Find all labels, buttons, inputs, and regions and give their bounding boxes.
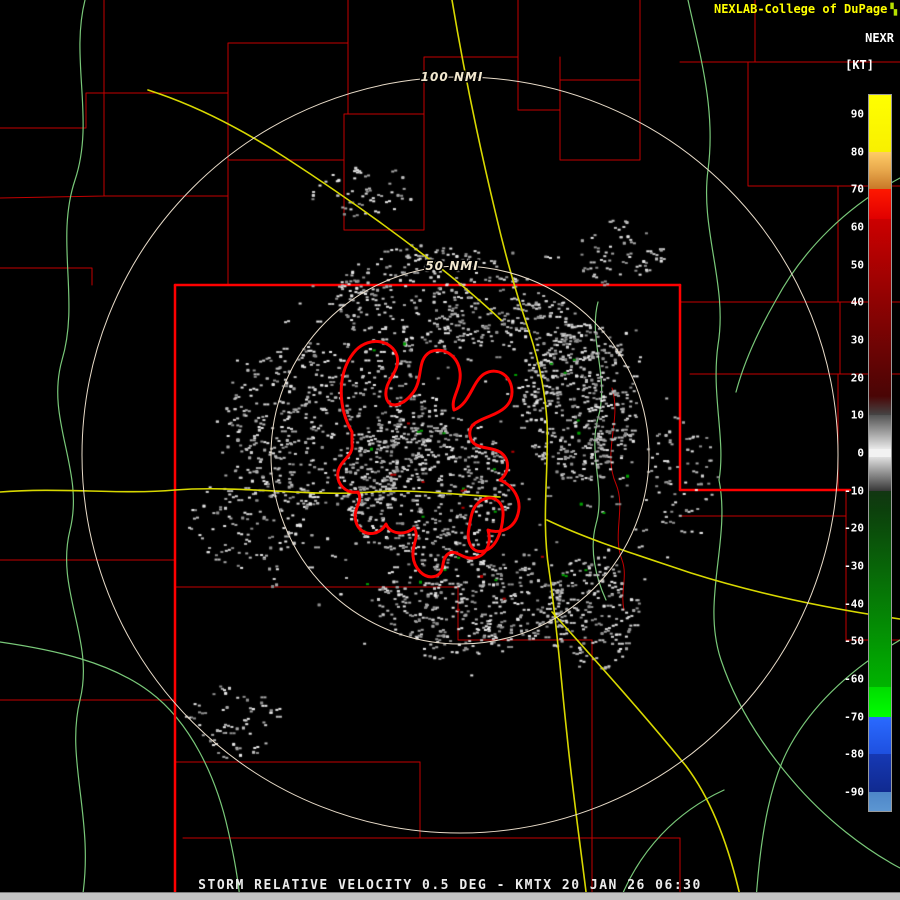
colorbar-tick: -50 [844, 634, 864, 648]
colorbar-tick: 20 [850, 371, 864, 385]
colorbar-segment [869, 219, 891, 397]
colorbar-segment [869, 509, 891, 687]
radar-screen: 100 NMI 50 NMI NEXLAB-College of DuPage ▚… [0, 0, 900, 900]
colorbar-tick: 40 [850, 295, 864, 309]
map-path [451, 0, 548, 422]
lake-outlines [336, 340, 521, 579]
colorbar-segment [869, 151, 891, 171]
range-ring [81, 76, 839, 834]
range-ring-label: 100 NMI [421, 70, 484, 84]
colorbar-units: [KT] [845, 58, 874, 72]
colorbar-tick: 30 [850, 333, 864, 347]
colorbar-segment [869, 449, 891, 457]
colorbar-segment [869, 415, 891, 450]
colorbar-tick: -60 [844, 672, 864, 686]
colorbar-segment [869, 686, 891, 717]
colorbar-segment [869, 490, 891, 510]
colorbar-segment [869, 189, 891, 220]
map-path [336, 340, 521, 579]
map-path [551, 611, 742, 900]
colorbar-tick: -80 [844, 747, 864, 761]
colorbar-segment [869, 396, 891, 416]
colorbar-tick: -70 [844, 710, 864, 724]
map-path [544, 420, 588, 900]
map-path [147, 89, 502, 321]
colorbar-segment [869, 754, 891, 793]
radar-overlay: 100 NMI 50 NMI [0, 0, 900, 900]
colorbar-segment [869, 716, 891, 755]
colorbar-tick: 60 [850, 220, 864, 234]
range-ring-label: 50 NMI [425, 259, 478, 273]
highway-lines [0, 0, 900, 900]
range-rings: 100 NMI 50 NMI [81, 69, 839, 834]
colorbar-segment [869, 792, 891, 811]
brand-icon: ▚ [890, 2, 897, 16]
colorbar-tick: -90 [844, 785, 864, 799]
colorbar-tick: 90 [850, 107, 864, 121]
colorbar-tick: 10 [850, 408, 864, 422]
map-path [0, 487, 501, 498]
colorbar-segment [869, 456, 891, 491]
colorbar-tick: -20 [844, 521, 864, 535]
status-bar: STORM RELATIVE VELOCITY 0.5 DEG - KMTX 2… [0, 878, 900, 893]
colorbar-title: NEXR [865, 31, 894, 45]
colorbar-tick: 0 [857, 446, 864, 460]
colorbar-tick: 50 [850, 258, 864, 272]
colorbar-tick: 80 [850, 145, 864, 159]
colorbar-segment [869, 95, 891, 152]
bottom-scrollbar[interactable] [0, 892, 900, 900]
colorbar-tick: 70 [850, 182, 864, 196]
range-ring [270, 265, 650, 645]
colorbar-tick: -40 [844, 597, 864, 611]
colorbar [868, 94, 892, 812]
status-text: STORM RELATIVE VELOCITY 0.5 DEG - KMTX 2… [198, 878, 702, 893]
map-path [466, 496, 505, 553]
brand-label: NEXLAB-College of DuPage [713, 2, 888, 16]
colorbar-tick: -30 [844, 559, 864, 573]
brand: NEXLAB-College of DuPage ▚ [714, 2, 897, 16]
colorbar-segment [869, 170, 891, 190]
colorbar-tick: -10 [844, 484, 864, 498]
